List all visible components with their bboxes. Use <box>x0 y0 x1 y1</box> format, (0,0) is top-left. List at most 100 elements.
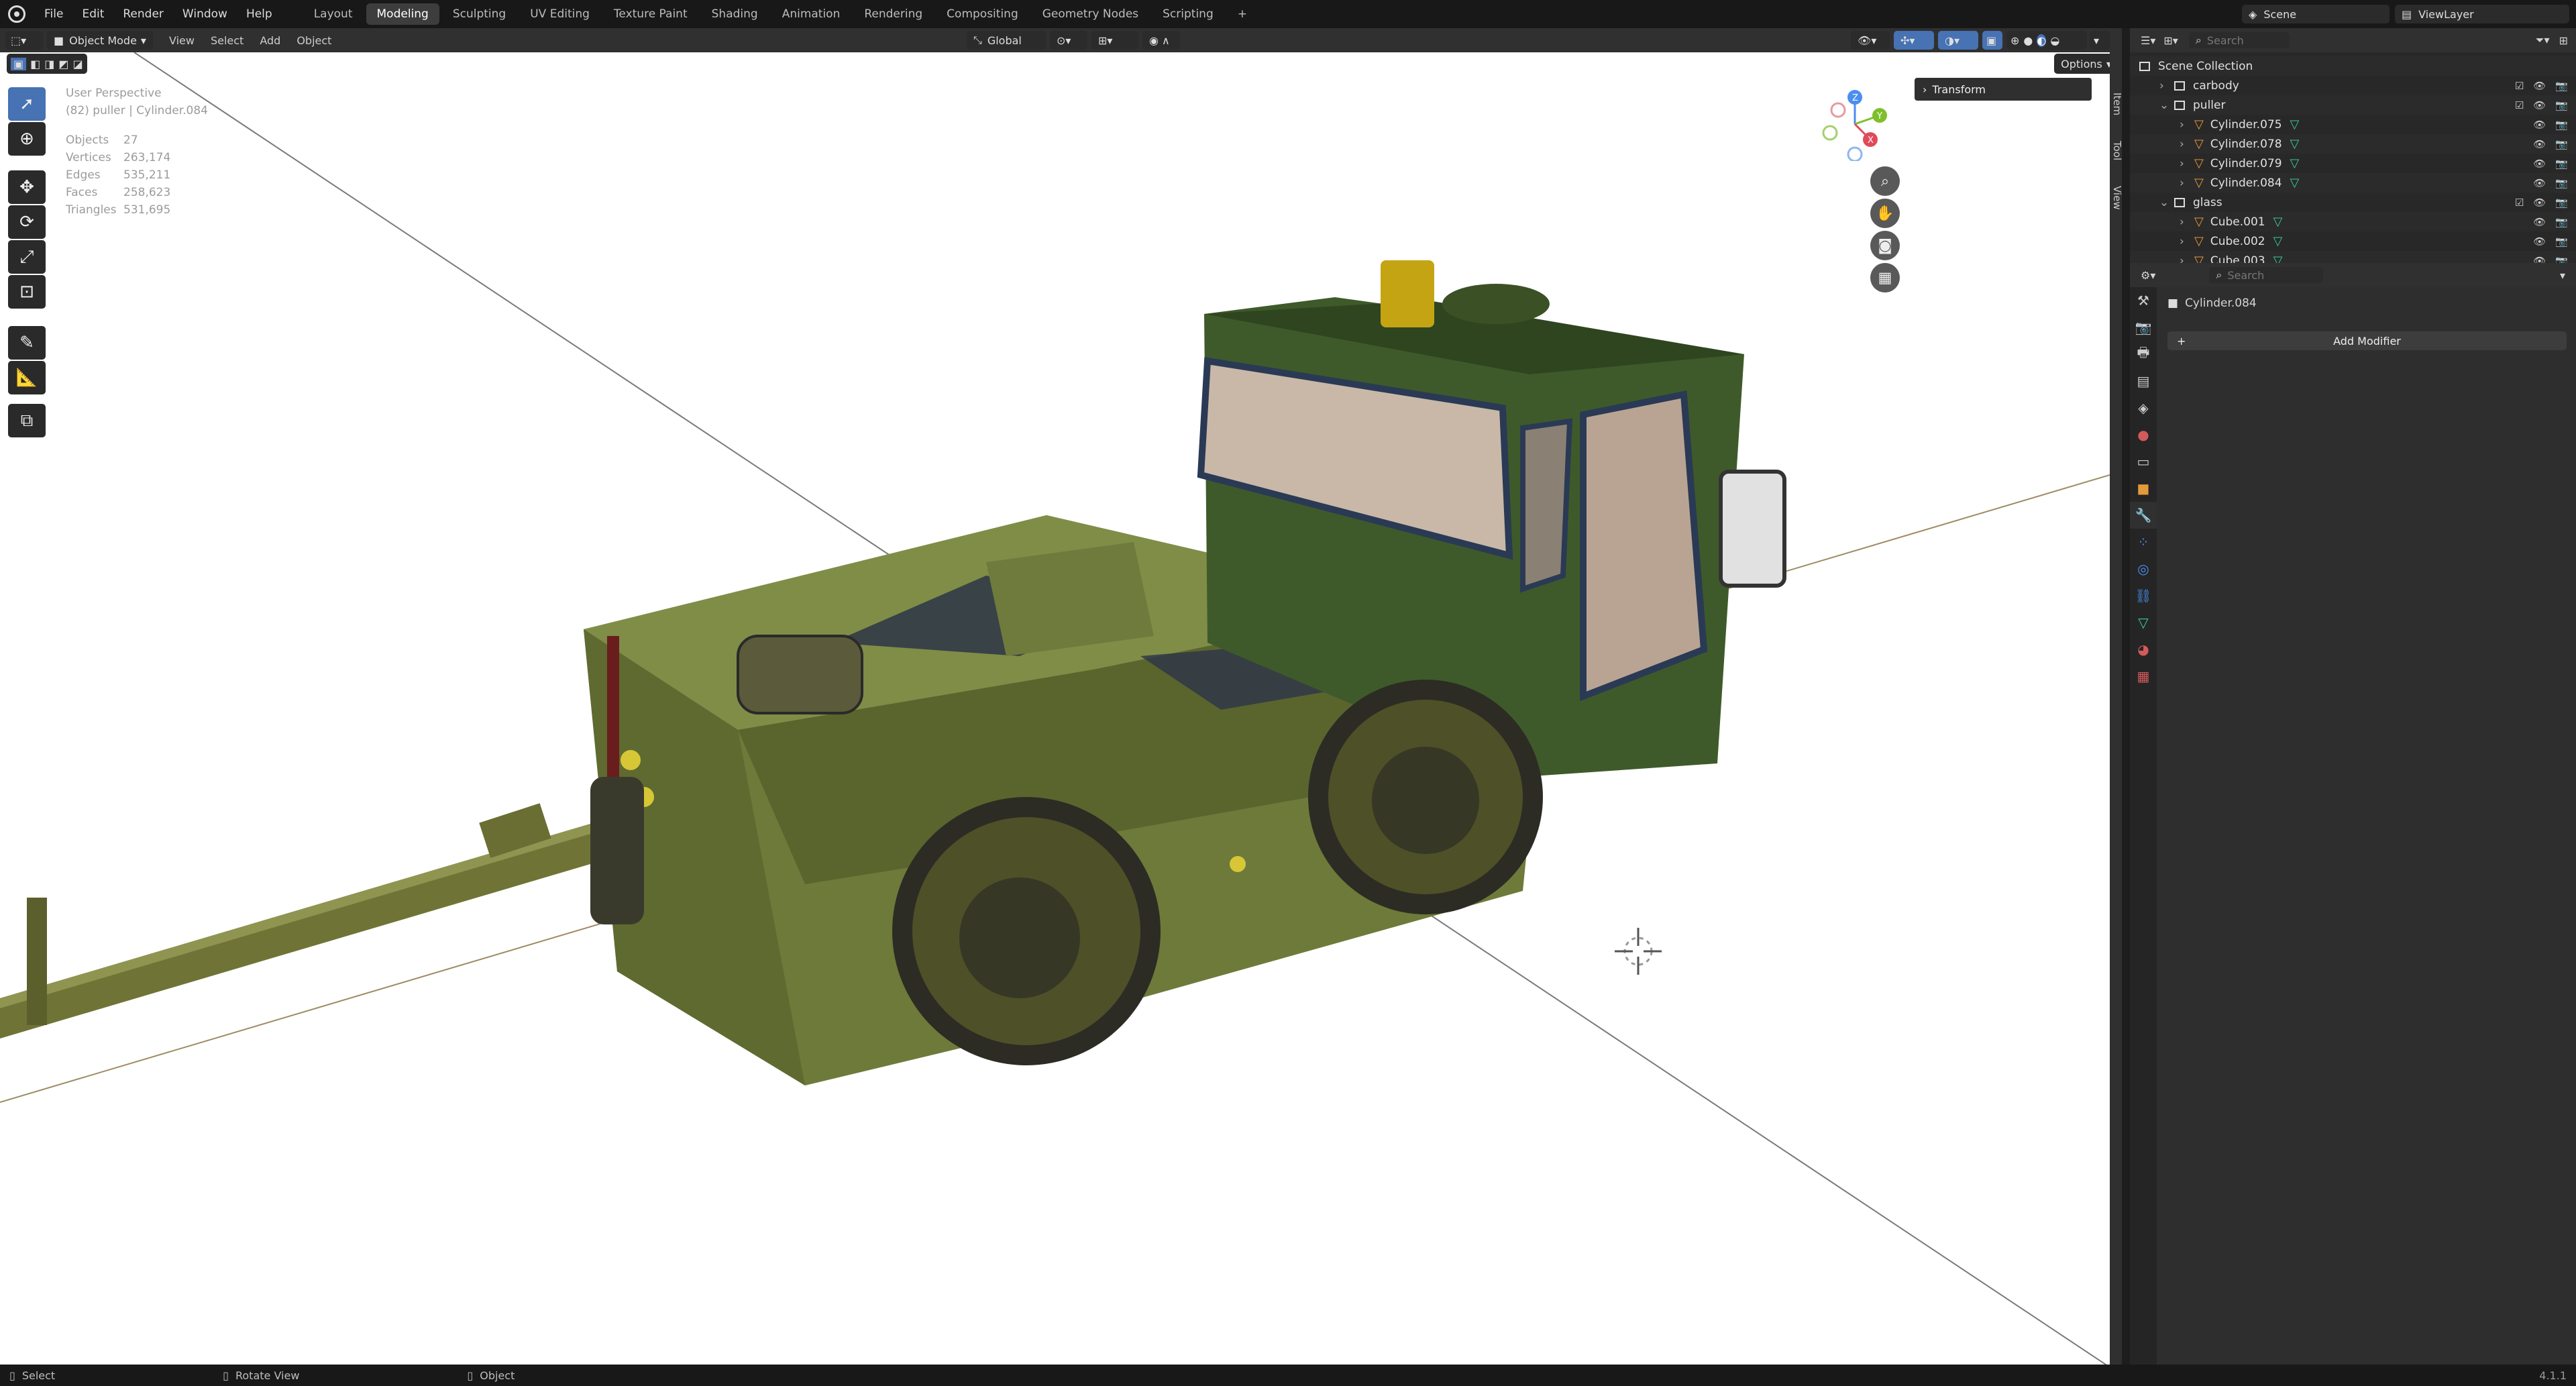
workspace-tab-layout[interactable]: Layout <box>303 3 364 25</box>
outliner-row[interactable]: ⌄ puller ☑ 👁 📷 <box>2130 95 2576 115</box>
workspace-tab-animation[interactable]: Animation <box>771 3 851 25</box>
world-tab-icon[interactable]: ● <box>2130 421 2157 448</box>
outliner-row[interactable]: › ▽ Cylinder.075 ▽ 👁 📷 <box>2130 115 2576 134</box>
outliner-editor-icon[interactable]: ☰▾ <box>2141 34 2155 47</box>
rendered-shading-icon[interactable]: ◒ <box>2050 34 2059 47</box>
ortho-grid-icon[interactable]: ▦ <box>1870 263 1900 292</box>
transform-tool[interactable]: ⊡ <box>8 275 46 309</box>
select-new-icon[interactable]: ▣ <box>11 57 27 70</box>
gizmo-toggle[interactable]: ✣▾ <box>1894 31 1934 50</box>
selection-mode-bar[interactable]: ▣ ◧ ◨ ◩ ◪ <box>7 54 87 74</box>
workspace-tab-shading[interactable]: Shading <box>701 3 769 25</box>
scale-tool[interactable]: ⤢ <box>8 240 46 274</box>
outliner-row[interactable]: › ▽ Cylinder.084 ▽ 👁 📷 <box>2130 173 2576 193</box>
modifier-tab-icon[interactable]: 🔧 <box>2130 502 2157 529</box>
workspace-tab-sculpting[interactable]: Sculpting <box>442 3 517 25</box>
shading-options-button[interactable]: ▾ <box>2090 31 2110 50</box>
constraints-tab-icon[interactable]: ⛓ <box>2130 582 2157 609</box>
viewport-menu-view[interactable]: View <box>161 34 203 47</box>
eye-icon[interactable]: 👁 <box>2533 119 2546 131</box>
texture-tab-icon[interactable]: ▦ <box>2130 663 2157 690</box>
outliner-row[interactable]: › ▽ Cube.001 ▽ 👁 📷 <box>2130 212 2576 231</box>
menu-render[interactable]: Render <box>113 0 173 28</box>
material-tab-icon[interactable]: ◕ <box>2130 636 2157 663</box>
render-tab-icon[interactable]: 📷 <box>2130 314 2157 341</box>
workspace-tab-modeling[interactable]: Modeling <box>366 3 439 25</box>
expand-toggle-icon[interactable]: › <box>2180 235 2192 248</box>
eye-icon[interactable]: 👁 <box>2533 235 2546 248</box>
add-workspace-button[interactable]: + <box>1227 3 1258 25</box>
mesh-data-icon[interactable]: ▽ <box>2273 215 2283 229</box>
camera-icon[interactable]: 📷 <box>2555 99 2568 111</box>
data-tab-icon[interactable]: ▽ <box>2130 609 2157 636</box>
transform-orientation-selector[interactable]: ⤡ Global <box>967 31 1046 50</box>
camera-icon[interactable]: 📷 <box>2555 177 2568 189</box>
rotate-tool[interactable]: ⟳ <box>8 205 46 239</box>
proportional-edit-button[interactable]: ◉ ∧ <box>1142 31 1180 50</box>
eye-icon[interactable]: 👁 <box>2533 216 2546 228</box>
sidebar-tab-view[interactable]: View <box>2110 182 2125 214</box>
viewport-menu-object[interactable]: Object <box>288 34 339 47</box>
shading-modes[interactable]: ⊕ ● ◐ ◒ <box>2006 31 2087 50</box>
menu-help[interactable]: Help <box>237 0 282 28</box>
view-layer-tab-icon[interactable]: ▤ <box>2130 368 2157 394</box>
expand-toggle-icon[interactable]: › <box>2180 118 2192 131</box>
scene-tab-icon[interactable]: ◈ <box>2130 394 2157 421</box>
workspace-tab-uv-editing[interactable]: UV Editing <box>519 3 600 25</box>
select-invert-icon[interactable]: ◩ <box>58 58 68 70</box>
eye-icon[interactable]: 👁 <box>2533 138 2546 150</box>
camera-icon[interactable]: 📷 <box>2555 216 2568 228</box>
3d-viewport[interactable]: ▣ ◧ ◨ ◩ ◪ ➚ ⊕ ✥ ⟳ ⤢ ⊡ ✎ 📐 ⧉ User Perspec… <box>0 52 2110 1365</box>
properties-search[interactable]: ⌕ Search <box>2209 267 2324 283</box>
zoom-icon[interactable]: ⌕ <box>1870 166 1900 196</box>
camera-view-icon[interactable]: ◙ <box>1870 231 1900 260</box>
snap-button[interactable]: ⊞▾ <box>1091 31 1138 50</box>
workspace-tab-rendering[interactable]: Rendering <box>853 3 933 25</box>
exclude-checkbox-icon[interactable]: ☑ <box>2515 80 2524 92</box>
mesh-data-icon[interactable]: ▽ <box>2290 137 2300 151</box>
sidebar-tab-tool[interactable]: Tool <box>2110 137 2125 164</box>
outliner-row[interactable]: › ▽ Cylinder.078 ▽ 👁 📷 <box>2130 134 2576 154</box>
add-cube-tool[interactable]: ⧉ <box>8 404 46 437</box>
outliner-row[interactable]: Scene Collection <box>2130 56 2576 76</box>
eye-icon[interactable]: 👁 <box>2533 158 2546 170</box>
xray-toggle[interactable]: ▣ <box>1982 31 2002 50</box>
wireframe-shading-icon[interactable]: ⊕ <box>2010 34 2019 47</box>
chevron-down-icon[interactable]: ▾ <box>2560 269 2565 282</box>
camera-icon[interactable]: 📷 <box>2555 138 2568 150</box>
eye-icon[interactable]: 👁 <box>2533 80 2546 92</box>
camera-icon[interactable]: 📷 <box>2555 197 2568 209</box>
output-tab-icon[interactable]: 🖶 <box>2130 341 2157 368</box>
mode-selector[interactable]: ■ Object Mode ▾ <box>47 31 153 50</box>
mesh-data-icon[interactable]: ▽ <box>2290 176 2300 190</box>
scene-selector[interactable]: ◈ Scene <box>2242 5 2390 23</box>
editor-type-button[interactable]: ⬚▾ <box>5 31 43 50</box>
workspace-tab-compositing[interactable]: Compositing <box>936 3 1029 25</box>
menu-window[interactable]: Window <box>173 0 237 28</box>
workspace-tab-texture-paint[interactable]: Texture Paint <box>603 3 698 25</box>
eye-icon[interactable]: 👁 <box>2533 197 2546 209</box>
solid-shading-icon[interactable]: ● <box>2023 34 2033 47</box>
sidebar-tab-item[interactable]: Item <box>2110 89 2125 119</box>
overlay-toggle[interactable]: ◑▾ <box>1938 31 1978 50</box>
measure-tool[interactable]: 📐 <box>8 361 46 394</box>
pivot-point-button[interactable]: ⊙▾ <box>1050 31 1087 50</box>
camera-icon[interactable]: 📷 <box>2555 235 2568 248</box>
outliner-row[interactable]: › carbody ☑ 👁 📷 <box>2130 76 2576 95</box>
expand-toggle-icon[interactable]: › <box>2159 79 2171 93</box>
eye-icon[interactable]: 👁 <box>2533 99 2546 111</box>
exclude-checkbox-icon[interactable]: ☑ <box>2515 99 2524 111</box>
select-subtract-icon[interactable]: ◨ <box>44 58 54 70</box>
select-box-tool[interactable]: ➚ <box>8 87 46 121</box>
move-tool[interactable]: ✥ <box>8 170 46 204</box>
navigation-gizmo[interactable]: Z Y X <box>1818 87 1892 162</box>
outliner-row[interactable]: ⌄ glass ☑ 👁 📷 <box>2130 193 2576 212</box>
filter-icon[interactable]: ⏷▾ <box>2536 34 2550 47</box>
material-shading-icon[interactable]: ◐ <box>2037 34 2047 47</box>
viewport-menu-select[interactable]: Select <box>203 34 252 47</box>
select-intersect-icon[interactable]: ◪ <box>73 58 83 70</box>
outliner-row[interactable]: › ▽ Cube.002 ▽ 👁 📷 <box>2130 231 2576 251</box>
annotate-tool[interactable]: ✎ <box>8 326 46 360</box>
expand-toggle-icon[interactable]: › <box>2180 138 2192 151</box>
particles-tab-icon[interactable]: ⁘ <box>2130 529 2157 555</box>
